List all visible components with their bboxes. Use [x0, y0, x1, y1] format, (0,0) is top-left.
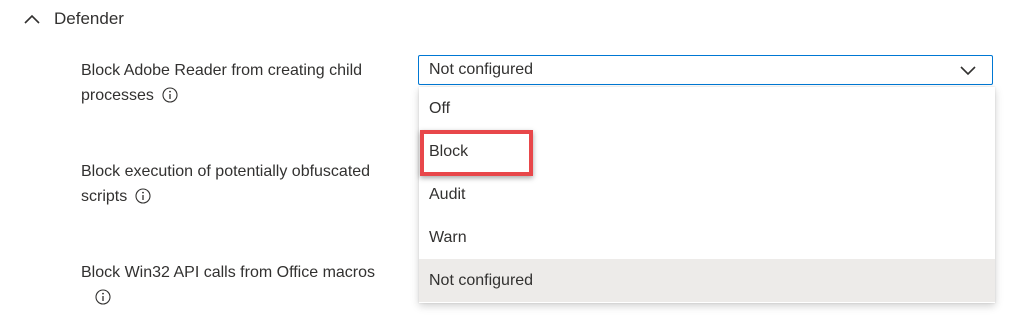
info-icon[interactable] — [95, 288, 111, 305]
section-header-defender[interactable]: Defender — [20, 6, 124, 32]
chevron-up-icon[interactable] — [20, 7, 44, 31]
option-audit[interactable]: Audit — [419, 173, 995, 216]
option-warn[interactable]: Warn — [419, 216, 995, 259]
setting-label-obfuscated-scripts: Block execution of potentially obfuscate… — [81, 159, 401, 209]
setting-label-adobe-reader: Block Adobe Reader from creating child p… — [81, 58, 401, 108]
option-block[interactable]: Block — [419, 130, 995, 173]
setting-label-line: Block execution of potentially obfuscate… — [81, 163, 371, 180]
info-icon[interactable] — [135, 187, 151, 204]
info-icon[interactable] — [162, 86, 178, 103]
setting-label-win32-api: Block Win32 API calls from Office macros — [81, 260, 401, 310]
dropdown-options-list: Off Block Audit Warn Not configured — [419, 87, 995, 303]
section-title: Defender — [54, 9, 124, 28]
setting-label-line: Block Win32 API calls from Office macros — [81, 264, 376, 281]
dropdown-selected-value: Not configured — [429, 61, 534, 78]
setting-label-line: scripts — [81, 188, 128, 205]
setting-label-line: Block Adobe Reader from creating child — [81, 62, 363, 79]
option-not-configured[interactable]: Not configured — [419, 259, 995, 302]
option-off[interactable]: Off — [419, 87, 995, 130]
setting-label-line: processes — [81, 87, 154, 104]
defender-settings-panel: Defender Block Adobe Reader from creatin… — [0, 0, 1024, 324]
chevron-down-icon[interactable] — [956, 58, 980, 82]
adobe-reader-child-process-dropdown[interactable]: Not configured — [418, 55, 993, 85]
